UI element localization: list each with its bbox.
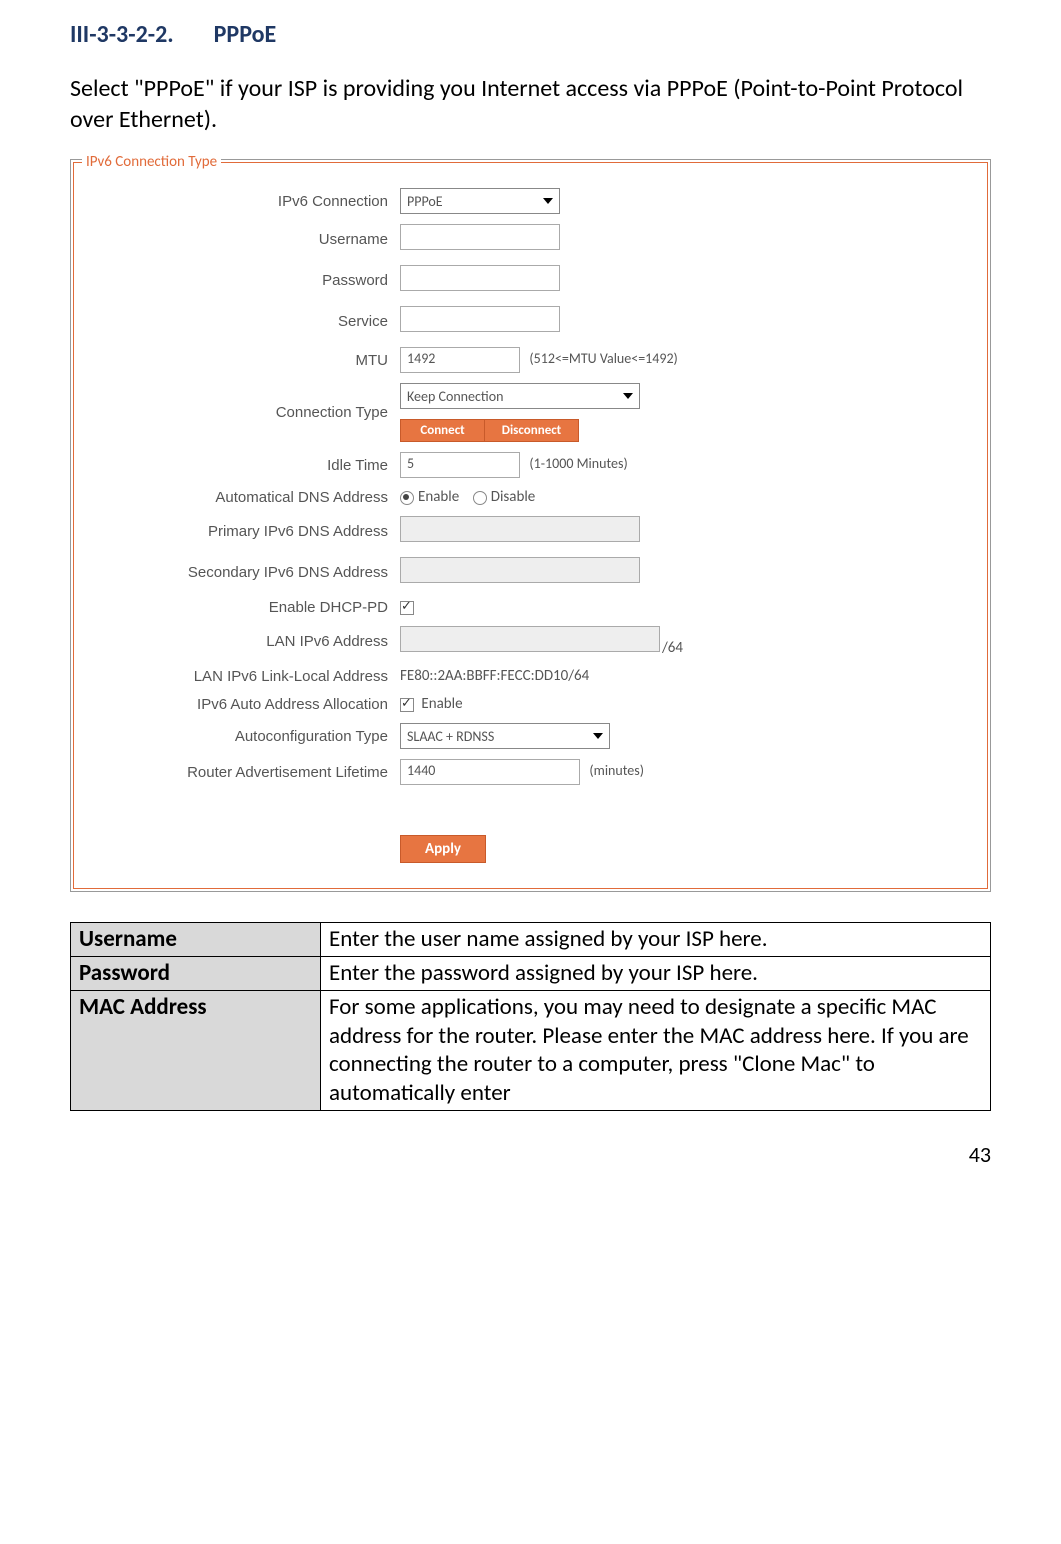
dhcp-pd-checkbox[interactable] (400, 601, 414, 615)
auto-dns-label: Automatical DNS Address (84, 483, 394, 511)
service-input[interactable] (400, 306, 560, 332)
ipv6-connection-select[interactable]: PPPoE (400, 188, 560, 214)
enable-option-label: Enable (418, 488, 459, 506)
ipv6-connection-type-fieldset: IPv6 Connection Type IPv6 Connection PPP… (73, 162, 988, 889)
disable-option-label: Disable (491, 488, 536, 506)
primary-dns-input[interactable] (400, 516, 640, 542)
connection-type-select[interactable]: Keep Connection (400, 383, 640, 409)
section-title: PPPoE (214, 20, 277, 49)
primary-dns-label: Primary IPv6 DNS Address (84, 511, 394, 552)
ra-lifetime-input[interactable]: 1440 (400, 759, 580, 785)
desc-text: Enter the user name assigned by your ISP… (321, 923, 991, 957)
autoconf-type-value: SLAAC + RDNSS (407, 728, 494, 745)
auto-addr-option-label: Enable (421, 695, 462, 713)
lan-ipv6-suffix: /64 (662, 639, 683, 657)
auto-dns-disable-radio[interactable] (473, 491, 487, 505)
auto-dns-enable-radio[interactable] (400, 491, 414, 505)
page-number: 43 (70, 1141, 991, 1168)
ipv6-connection-value: PPPoE (407, 193, 443, 210)
apply-button[interactable]: Apply (400, 835, 486, 863)
ra-lifetime-hint: (minutes) (589, 762, 644, 779)
password-label: Password (84, 260, 394, 301)
form-table: IPv6 Connection PPPoE Username Password … (84, 183, 977, 868)
secondary-dns-label: Secondary IPv6 DNS Address (84, 552, 394, 593)
idle-time-label: Idle Time (84, 447, 394, 483)
lan-linklocal-label: LAN IPv6 Link-Local Address (84, 662, 394, 690)
desc-name: Password (71, 957, 321, 991)
auto-addr-checkbox[interactable] (400, 698, 414, 712)
auto-addr-label: IPv6 Auto Address Allocation (84, 690, 394, 718)
desc-name: MAC Address (71, 990, 321, 1110)
desc-text: For some applications, you may need to d… (321, 990, 991, 1110)
idle-time-input[interactable]: 5 (400, 452, 520, 478)
description-table: Username Enter the user name assigned by… (70, 922, 991, 1111)
lan-ipv6-label: LAN IPv6 Address (84, 621, 394, 662)
autoconf-type-select[interactable]: SLAAC + RDNSS (400, 723, 610, 749)
chevron-down-icon (623, 393, 633, 399)
chevron-down-icon (543, 198, 553, 204)
table-row: MAC Address For some applications, you m… (71, 990, 991, 1110)
desc-text: Enter the password assigned by your ISP … (321, 957, 991, 991)
connect-button[interactable]: Connect (400, 419, 485, 442)
lan-linklocal-value: FE80::2AA:BBFF:FECC:DD10/64 (400, 667, 589, 685)
username-input[interactable] (400, 224, 560, 250)
fieldset-legend: IPv6 Connection Type (82, 153, 221, 171)
chevron-down-icon (593, 733, 603, 739)
connection-type-value: Keep Connection (407, 388, 503, 405)
section-number: III-3-3-2-2. (70, 20, 174, 49)
disconnect-button[interactable]: Disconnect (484, 419, 579, 442)
service-label: Service (84, 301, 394, 342)
connection-type-label: Connection Type (84, 378, 394, 447)
table-row: Username Enter the user name assigned by… (71, 923, 991, 957)
mtu-hint: (512<=MTU Value<=1492) (529, 350, 677, 367)
desc-name: Username (71, 923, 321, 957)
idle-time-hint: (1-1000 Minutes) (529, 455, 627, 472)
section-heading: III-3-3-2-2. PPPoE (70, 20, 991, 49)
lan-ipv6-input[interactable] (400, 626, 660, 652)
dhcp-pd-label: Enable DHCP-PD (84, 593, 394, 621)
ra-lifetime-label: Router Advertisement Lifetime (84, 754, 394, 790)
password-input[interactable] (400, 265, 560, 291)
ipv6-connection-label: IPv6 Connection (84, 183, 394, 219)
mtu-input[interactable]: 1492 (400, 347, 520, 373)
table-row: Password Enter the password assigned by … (71, 957, 991, 991)
mtu-label: MTU (84, 342, 394, 378)
intro-paragraph: Select "PPPoE" if your ISP is providing … (70, 73, 991, 135)
secondary-dns-input[interactable] (400, 557, 640, 583)
username-label: Username (84, 219, 394, 260)
config-screenshot: IPv6 Connection Type IPv6 Connection PPP… (70, 159, 991, 892)
autoconf-type-label: Autoconfiguration Type (84, 718, 394, 754)
